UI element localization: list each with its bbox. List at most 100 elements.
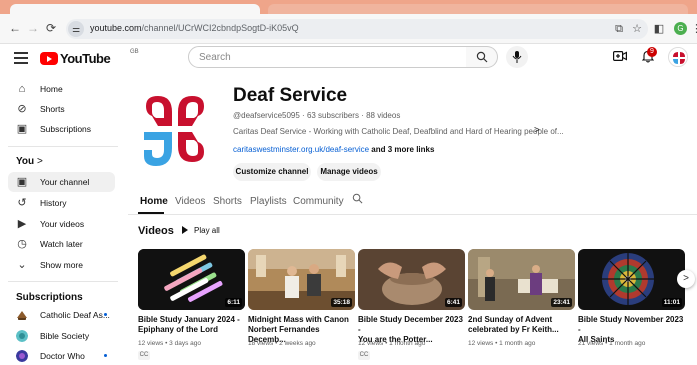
sidebar-divider	[8, 146, 118, 147]
catholic-deaf-avatar	[17, 311, 27, 320]
channel-icon: ▣	[16, 176, 28, 188]
youtube-wordmark: YouTube	[60, 51, 111, 66]
sidebar-item-label: Your videos	[40, 219, 85, 229]
watch-later-icon: ◷	[17, 238, 27, 250]
sidebar-item-history[interactable]: ↺ History	[8, 193, 115, 213]
sidebar-item-label: Subscriptions	[40, 124, 92, 134]
channel-name: Deaf Service	[233, 85, 348, 106]
reload-icon[interactable]: ⟳	[44, 21, 58, 35]
sidebar-item-your-videos[interactable]: ▶ Your videos	[8, 214, 115, 234]
site-info-icon[interactable]: ⚌	[68, 21, 84, 37]
channel-logo	[144, 96, 204, 166]
video-thumbnail[interactable]: 11:01	[578, 249, 685, 310]
search-icon	[476, 51, 488, 63]
mic-icon	[512, 51, 522, 63]
sidebar-item-watch-later[interactable]: ◷ Watch later	[8, 234, 115, 254]
browser-profile-icon[interactable]: G	[674, 22, 687, 35]
video-title-line: Midnight Mass with Canon	[248, 315, 349, 324]
channel-description[interactable]: Caritas Deaf Service - Working with Cath…	[233, 127, 564, 136]
sidebar-item-label: History	[40, 198, 67, 208]
video-title-line: 2nd Sunday of Advent	[468, 315, 553, 324]
tab-videos[interactable]: Videos	[175, 196, 205, 207]
sidebar-item-subscriptions[interactable]: ▣ Subscriptions	[8, 119, 115, 139]
video-duration: 6:41	[444, 298, 462, 307]
video-duration: 35:18	[331, 298, 352, 307]
channel-search-icon[interactable]	[352, 193, 363, 207]
create-video-svg	[613, 51, 627, 62]
new-content-dot	[104, 313, 107, 316]
subscription-label: Catholic Deaf As...	[40, 310, 110, 320]
video-thumbnail[interactable]: 6:11	[138, 249, 245, 310]
tab-community[interactable]: Community	[293, 196, 344, 207]
side-panel-icon[interactable]: ◧	[652, 22, 666, 36]
video-thumbnail[interactable]: 23:41	[468, 249, 575, 310]
url-host: youtube.com	[90, 23, 142, 33]
video-thumbnail[interactable]: 6:41	[358, 249, 465, 310]
forward-icon[interactable]: →	[26, 21, 40, 35]
video-duration: 23:41	[551, 298, 572, 307]
sidebar-item-shorts[interactable]: ⊘ Shorts	[8, 99, 115, 119]
tab-home[interactable]: Home	[140, 196, 168, 207]
video-title-line: Bible Study January 2024 -	[138, 315, 240, 324]
video-meta: 18 views • 2 weeks ago	[248, 340, 316, 347]
video-title[interactable]: 2nd Sunday of Advent celebrated by Fr Kei…	[468, 315, 576, 335]
back-icon[interactable]: ←	[8, 21, 22, 35]
sidebar-item-label: Show more	[40, 260, 83, 270]
subscription-label: Bible Society	[40, 331, 90, 341]
tab-shorts[interactable]: Shorts	[213, 196, 242, 207]
subscriptions-icon: ▣	[16, 123, 28, 135]
hamburger-menu-icon[interactable]	[14, 52, 28, 64]
country-code: GB	[130, 49, 139, 55]
play-icon	[182, 226, 188, 234]
videos-section-title[interactable]: Videos	[138, 225, 174, 237]
url-text[interactable]: youtube.com/channel/UCrWCI2cbndpSogtD-iK…	[90, 23, 299, 33]
customize-channel-button[interactable]: Customize channel	[233, 163, 311, 181]
browser-menu-icon[interactable]: ⋮	[691, 22, 697, 35]
manage-videos-button[interactable]: Manage videos	[317, 163, 381, 181]
shorts-icon: ⊘	[17, 103, 27, 115]
tab-playlists[interactable]: Playlists	[250, 196, 287, 207]
sidebar-item-your-channel[interactable]: ▣ Your channel	[8, 172, 115, 192]
bible-society-avatar	[16, 330, 28, 342]
browser-tab-active[interactable]	[10, 4, 260, 14]
tabs-divider	[128, 214, 697, 215]
channel-website-link[interactable]: caritaswestminster.org.uk/deaf-service	[233, 145, 369, 154]
voice-search-button[interactable]	[506, 46, 528, 68]
channel-links: caritaswestminster.org.uk/deaf-service a…	[233, 145, 434, 154]
sidebar-item-show-more[interactable]: ⌄ Show more	[8, 255, 115, 275]
sidebar-subscriptions-heading: Subscriptions	[16, 292, 83, 303]
search-input[interactable]: Search	[188, 46, 467, 68]
channel-meta: @deafservice5095 · 63 subscribers · 88 v…	[233, 111, 401, 120]
sidebar-item-label: Home	[40, 84, 63, 94]
video-title-line: Bible Study December 2023 -	[358, 315, 463, 334]
play-all-label: Play all	[194, 226, 220, 235]
bookmark-star-icon[interactable]: ☆	[630, 22, 644, 36]
sidebar-you-heading[interactable]: You >	[16, 156, 43, 167]
description-more-chevron-icon[interactable]: >	[534, 125, 540, 136]
search-button[interactable]	[466, 46, 498, 68]
play-all-button[interactable]: Play all	[182, 226, 220, 235]
install-app-icon[interactable]: ⧉	[612, 22, 626, 36]
next-videos-arrow-icon[interactable]: >	[677, 270, 695, 288]
channel-search-svg	[352, 193, 363, 204]
video-duration: 11:01	[661, 298, 682, 307]
video-title-line: Bible Study November 2023 -	[578, 315, 684, 334]
video-duration: 6:11	[225, 298, 242, 307]
account-avatar[interactable]	[668, 47, 688, 67]
avatar-logo-icon	[669, 48, 687, 66]
video-thumbnail[interactable]: 35:18	[248, 249, 355, 310]
video-title[interactable]: Bible Study January 2024 - Epiphany of th…	[138, 315, 246, 335]
subscription-label: Doctor Who	[40, 351, 85, 361]
cc-badge: CC	[358, 351, 370, 360]
more-links-button[interactable]: and 3 more links	[371, 145, 434, 154]
sidebar-item-home[interactable]: ⌂ Home	[8, 79, 115, 99]
video-meta: 21 views • 1 month ago	[578, 340, 646, 347]
sidebar-divider	[8, 281, 118, 282]
browser-tab-area	[268, 4, 688, 14]
video-title-line: celebrated by Fr Keith...	[468, 325, 559, 334]
you-chevron-icon: >	[36, 156, 43, 167]
sidebar-item-label: Shorts	[40, 104, 65, 114]
new-content-dot	[104, 354, 107, 357]
create-video-icon[interactable]	[612, 50, 628, 66]
video-meta: 12 views • 3 days ago	[138, 340, 201, 347]
